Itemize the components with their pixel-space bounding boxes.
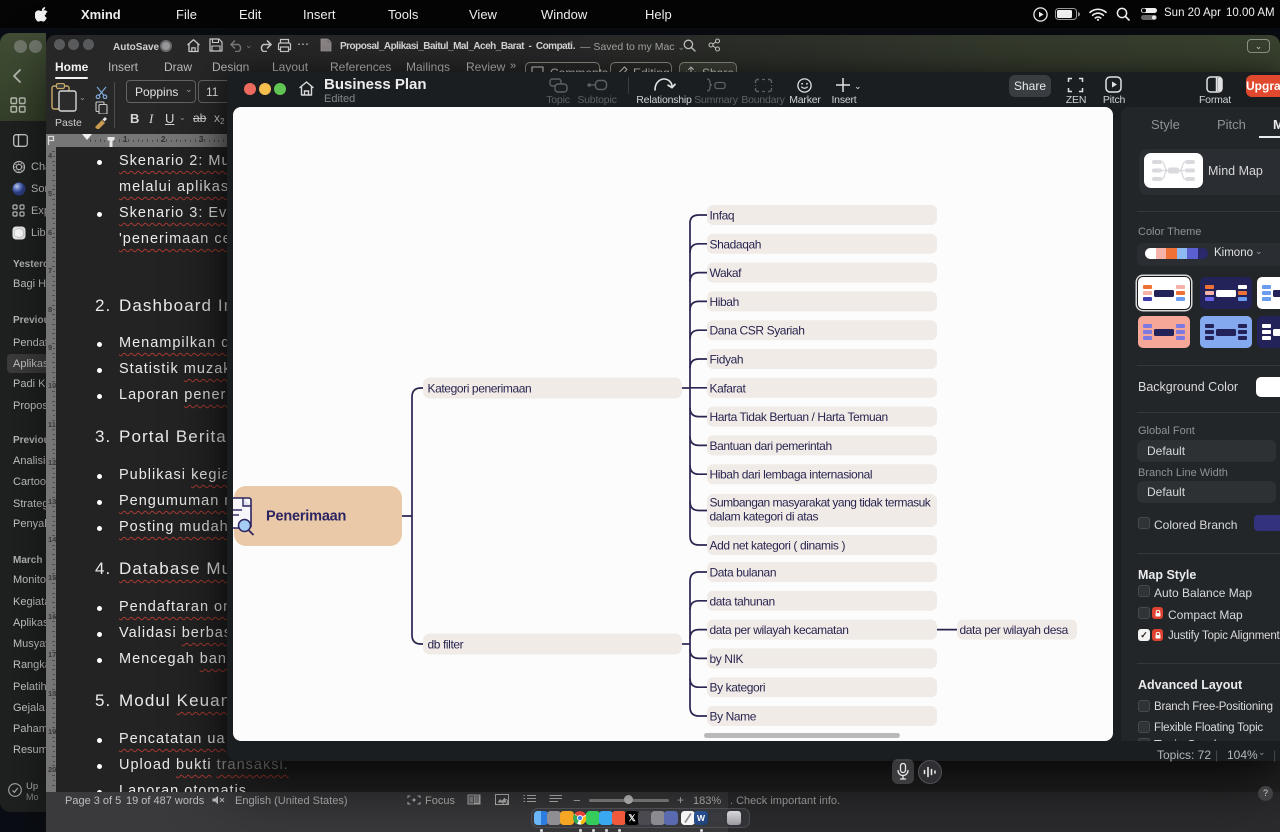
- svg-text:Add net kategori ( dinamis ): Add net kategori ( dinamis ): [710, 539, 846, 553]
- svg-text:Fidyah: Fidyah: [710, 353, 744, 367]
- svg-text:data tahunan: data tahunan: [710, 594, 775, 608]
- svg-text:Hibah dari lembaga internasion: Hibah dari lembaga internasional: [710, 468, 873, 482]
- svg-text:Kafarat: Kafarat: [710, 381, 747, 395]
- svg-text:Bantuan dari pemerintah: Bantuan dari pemerintah: [710, 439, 832, 453]
- svg-text:Hibah: Hibah: [710, 295, 739, 309]
- svg-text:data per wilayah desa: data per wilayah desa: [960, 623, 1069, 637]
- svg-text:data per wilayah kecamatan: data per wilayah kecamatan: [710, 623, 849, 637]
- svg-text:Shadaqah: Shadaqah: [710, 237, 762, 251]
- svg-text:by NIK: by NIK: [710, 652, 744, 666]
- svg-text:By kategori: By kategori: [710, 681, 766, 695]
- svg-text:Dana CSR Syariah: Dana CSR Syariah: [710, 324, 805, 338]
- svg-text:Infaq: Infaq: [710, 209, 735, 223]
- svg-text:dalam kategori di atas: dalam kategori di atas: [710, 510, 819, 524]
- svg-text:Penerimaan: Penerimaan: [266, 509, 346, 525]
- svg-text:Data bulanan: Data bulanan: [710, 566, 777, 580]
- svg-text:db filter: db filter: [428, 638, 464, 652]
- svg-text:Harta Tidak Bertuan / Harta Te: Harta Tidak Bertuan / Harta Temuan: [710, 410, 888, 424]
- svg-text:Wakaf: Wakaf: [710, 266, 743, 280]
- svg-text:Kategori penerimaan: Kategori penerimaan: [428, 382, 532, 396]
- svg-text:By Name: By Name: [710, 710, 757, 724]
- svg-text:Sumbangan masyarakat yang tida: Sumbangan masyarakat yang tidak termasuk: [710, 496, 932, 510]
